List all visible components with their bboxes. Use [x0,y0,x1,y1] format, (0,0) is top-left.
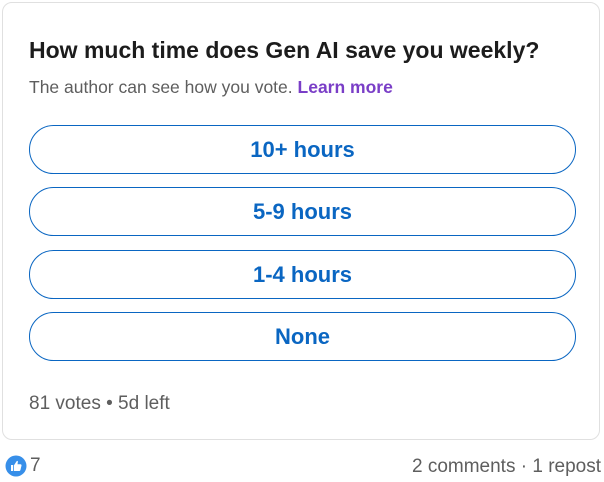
poll-option-10-plus-hours[interactable]: 10+ hours [29,125,576,174]
social-counts-bar: 7 2 comments · 1 repost [0,452,604,480]
vote-count: 81 votes [29,393,101,414]
reactions-summary[interactable]: 7 [5,455,41,477]
poll-option-label: 5-9 hours [252,198,353,224]
like-icon [5,455,27,477]
poll-card: How much time does Gen AI save you weekl… [2,2,600,440]
meta-separator: • [106,393,113,414]
poll-option-label: 10+ hours [250,136,355,162]
engagement-counts: 2 comments · 1 repost [412,456,601,478]
poll-option-1-4-hours[interactable]: 1-4 hours [29,250,576,299]
learn-more-link[interactable]: Learn more [298,77,393,97]
poll-meta: 81 votes • 5d left [29,393,170,415]
poll-option-label: None [275,323,330,349]
engagement-dot: · [520,456,528,477]
post-container: How much time does Gen AI save you weekl… [0,0,604,482]
reposts-count-link[interactable]: 1 repost [532,456,601,477]
poll-option-5-9-hours[interactable]: 5-9 hours [29,187,576,236]
time-left: 5d left [118,393,170,414]
poll-option-none[interactable]: None [29,312,576,361]
poll-question: How much time does Gen AI save you weekl… [29,37,540,63]
poll-note-text: The author can see how you vote. [29,77,293,97]
poll-visibility-note: The author can see how you vote. Learn m… [29,77,393,98]
poll-option-label: 1-4 hours [252,261,353,287]
comments-count-link[interactable]: 2 comments [412,456,515,477]
reaction-count: 7 [30,455,41,476]
